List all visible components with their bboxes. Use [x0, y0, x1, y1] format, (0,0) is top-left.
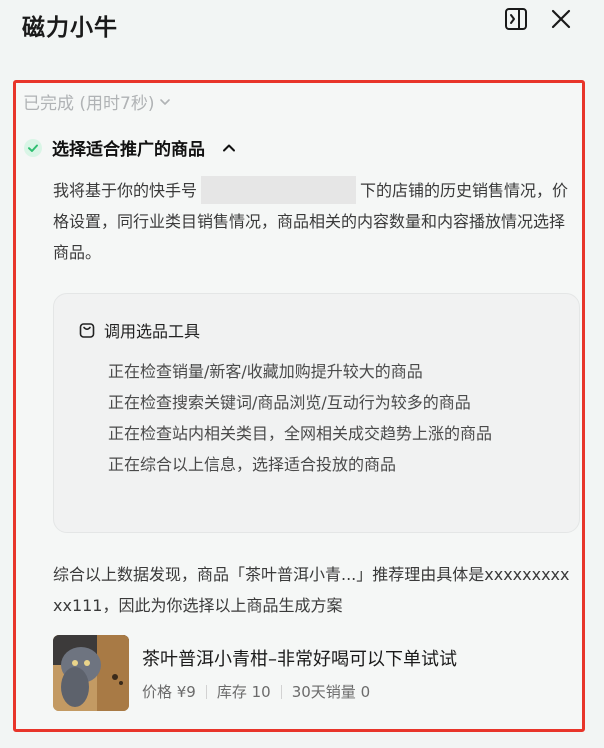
product-meta: 价格 ¥9 库存 10 30天销量 0 [142, 681, 370, 702]
product-sales: 30天销量 0 [291, 683, 371, 701]
check-icon [24, 138, 42, 157]
tool-call-title: 调用选品工具 [104, 322, 201, 341]
meta-divider [205, 684, 207, 699]
product-thumbnail [53, 635, 129, 711]
tool-call-card: 调用选品工具 正在检查销量/新客/收藏加购提升较大的商品 正在检查搜索关键词/商… [53, 293, 580, 533]
sidebar-toggle-button[interactable] [503, 6, 529, 32]
result-panel: 已完成 (用时7秒) 选择适合推广的商品 我将基于你的快手号 下的店铺的历史销售情… [13, 80, 585, 732]
product-name: 茶叶普洱小青柑–非常好喝可以下单试试 [142, 649, 457, 670]
close-button[interactable] [548, 6, 574, 32]
app-header: 磁力小牛 [0, 0, 604, 62]
step-intro-text: 我将基于你的快手号 下的店铺的历史销售情况，价格设置，同行业类目销售情况，商品相关… [53, 175, 578, 268]
completion-status-toggle[interactable]: 已完成 (用时7秒) [23, 89, 172, 114]
shopping-bag-icon [79, 323, 95, 338]
product-price: 价格 ¥9 [142, 683, 196, 701]
redacted-account-id [201, 175, 357, 204]
panel-collapse-icon [505, 8, 527, 30]
product-stock: 库存 10 [216, 683, 271, 701]
intro-prefix: 我将基于你的快手号 [53, 181, 198, 200]
tool-step-item: 正在检查站内相关类目，全网相关成交趋势上涨的商品 [108, 424, 493, 443]
app-title: 磁力小牛 [22, 15, 118, 41]
tool-step-list: 正在检查销量/新客/收藏加购提升较大的商品 正在检查搜索关键词/商品浏览/互动行… [108, 356, 553, 480]
step-header-toggle[interactable]: 选择适合推广的商品 [24, 135, 237, 160]
chevron-up-icon [223, 144, 235, 151]
close-icon [551, 9, 571, 29]
tool-step-item: 正在检查销量/新客/收藏加购提升较大的商品 [108, 362, 423, 381]
product-card[interactable]: 茶叶普洱小青柑–非常好喝可以下单试试 价格 ¥9 库存 10 30天销量 0 [53, 635, 578, 711]
step-title: 选择适合推广的商品 [52, 140, 205, 160]
recommendation-summary: 综合以上数据发现，商品「茶叶普洱小青...」推荐理由具体是xxxxxxxxxxx… [53, 565, 570, 615]
meta-divider [280, 684, 282, 699]
tool-step-item: 正在检查搜索关键词/商品浏览/互动行为较多的商品 [108, 393, 471, 412]
tool-call-header: 调用选品工具 [78, 318, 200, 342]
tool-step-item: 正在综合以上信息，选择适合投放的商品 [108, 455, 397, 474]
completion-status-label: 已完成 (用时7秒) [23, 94, 155, 114]
chevron-down-icon [160, 98, 171, 105]
